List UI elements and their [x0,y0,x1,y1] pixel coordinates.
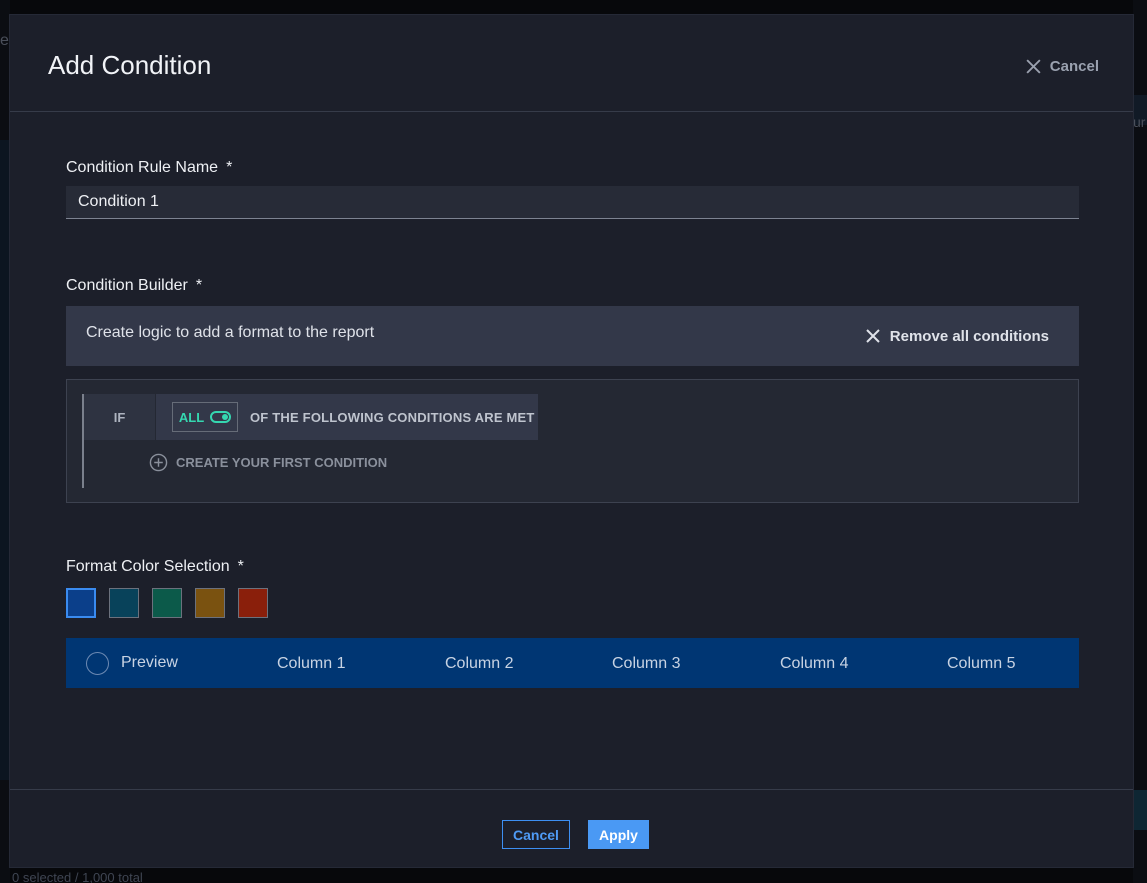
rule-name-label: Condition Rule Name [66,159,219,176]
background-partial-text: e [0,32,9,49]
preview-column-1: Column 1 [277,655,346,672]
format-preview-row: Preview Column 1 Column 2 Column 3 Colum… [66,638,1079,688]
background-partial-text-right: ur [1133,114,1146,130]
if-label: IF [84,394,156,440]
create-first-condition-button[interactable]: CREATE YOUR FIRST CONDITION [149,453,387,472]
condition-builder-label-group: Condition Builder * [66,277,202,295]
close-icon [1026,59,1041,74]
preview-column-2: Column 2 [445,655,514,672]
preview-column-3: Column 3 [612,655,681,672]
rule-name-value: Condition 1 [78,193,159,210]
preview-label: Preview [121,654,178,671]
condition-builder-banner: Create logic to add a format to the repo… [66,306,1079,366]
preview-column-5: Column 5 [947,655,1016,672]
rule-name-input[interactable]: Condition 1 [66,186,1079,219]
rule-name-label-group: Condition Rule Name * [66,159,232,177]
preview-radio-button[interactable] [86,651,109,675]
if-row: IF ALL OF THE FOLLOWING CONDITIONS ARE M… [84,394,538,440]
required-mark: * [195,277,203,294]
color-swatch-amber[interactable] [195,588,225,618]
toggle-switch-icon [210,411,232,423]
color-swatch-blue[interactable] [66,588,96,618]
create-first-condition-label: CREATE YOUR FIRST CONDITION [176,455,388,470]
condition-builder-description: Create logic to add a format to the repo… [86,324,375,341]
header-cancel-button[interactable]: Cancel [1025,58,1099,75]
required-mark: * [237,558,244,575]
modal-footer-divider [10,789,1133,790]
match-mode-label: ALL [178,409,205,425]
close-icon [866,329,880,343]
background-right-strip [1133,0,1147,883]
following-conditions-text: OF THE FOLLOWING CONDITIONS ARE MET [250,409,535,425]
modal-title: Add Condition [48,50,212,80]
condition-builder-label: Condition Builder [66,277,188,294]
background-selection-count: 0 selected / 1,000 total [12,870,143,883]
modal-header: Add Condition Cancel [10,15,1133,112]
color-swatch-red[interactable] [238,588,268,618]
color-swatch-green[interactable] [152,588,182,618]
add-condition-modal: Add Condition Cancel Condition Rule Name… [9,14,1134,868]
color-swatch-list [66,588,268,618]
preview-column-4: Column 4 [780,655,849,672]
condition-builder-box: IF ALL OF THE FOLLOWING CONDITIONS ARE M… [66,379,1079,503]
color-swatch-teal[interactable] [109,588,139,618]
cancel-button[interactable]: Cancel [502,820,570,849]
format-color-label-group: Format Color Selection * [66,558,244,576]
plus-circle-icon [149,453,168,472]
header-cancel-label: Cancel [1049,58,1099,75]
remove-all-conditions-button[interactable]: Remove all conditions [865,328,1049,345]
remove-all-label: Remove all conditions [889,327,1049,345]
required-mark: * [226,159,233,176]
format-color-label: Format Color Selection [66,558,230,575]
apply-button[interactable]: Apply [588,820,649,849]
match-mode-toggle[interactable]: ALL [172,402,238,432]
